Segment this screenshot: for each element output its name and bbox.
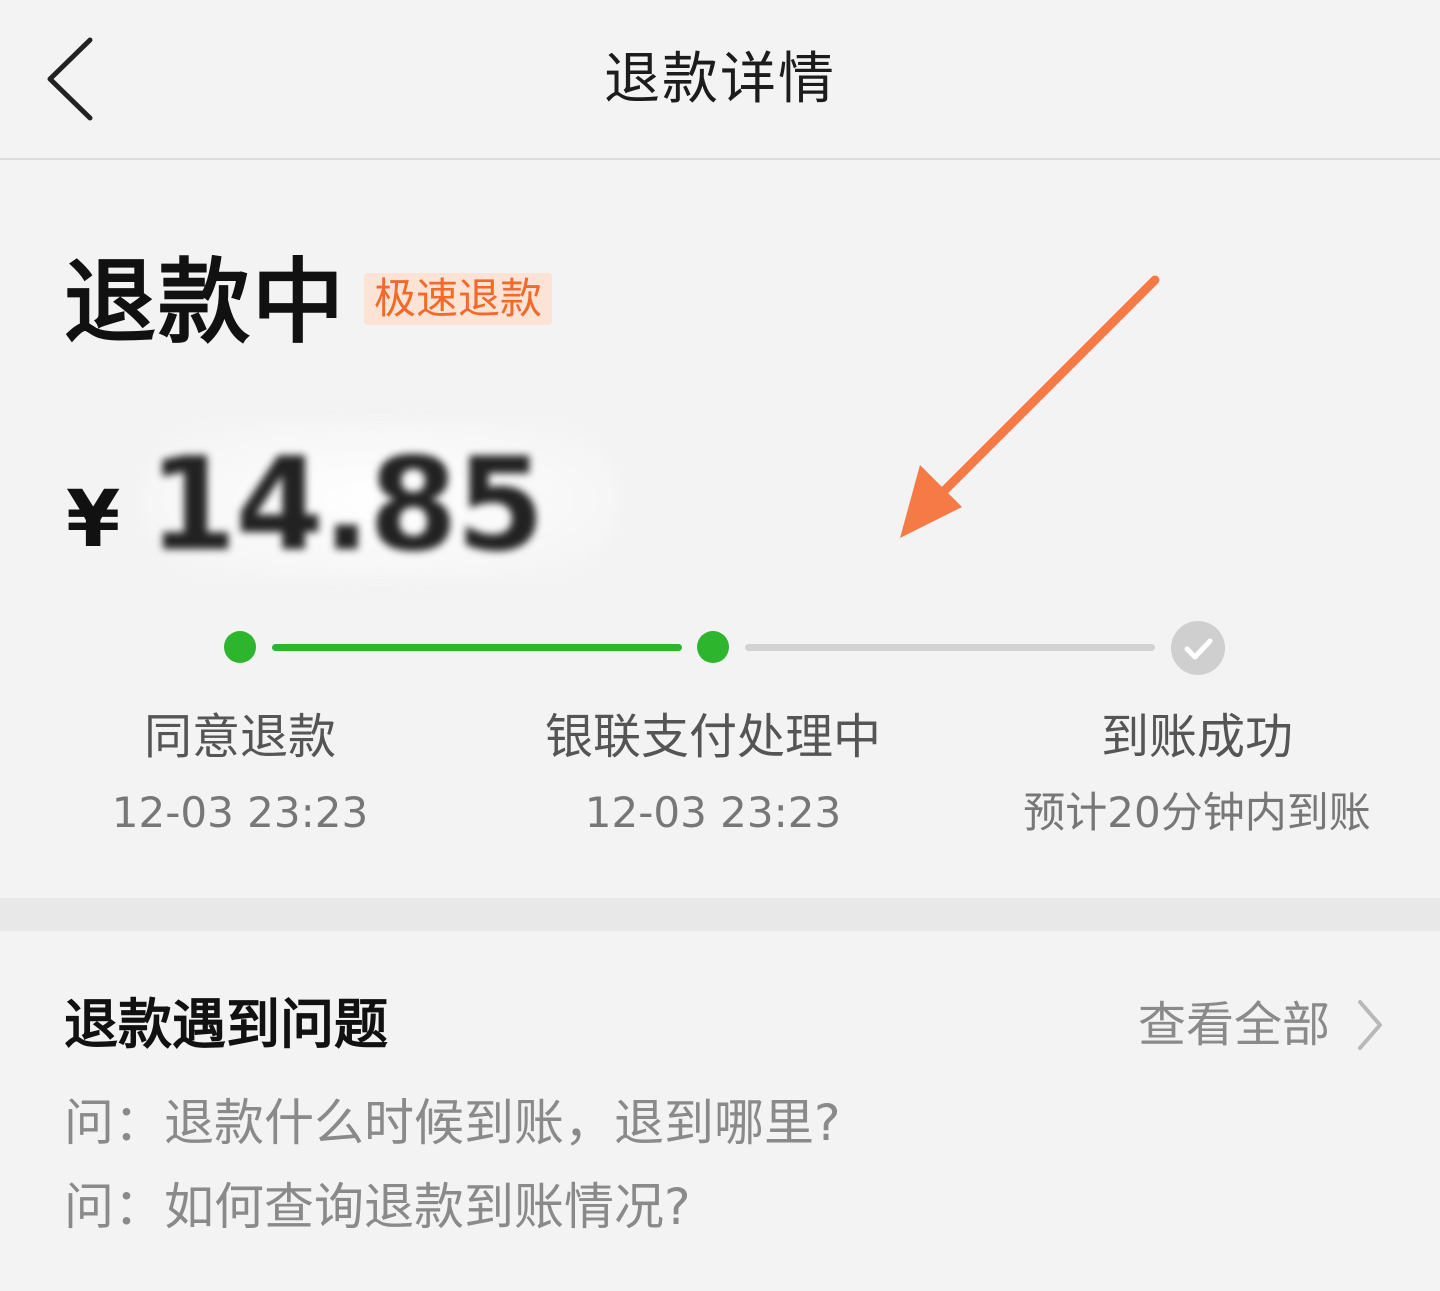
- refund-progress: [0, 600, 1440, 700]
- section-divider: [0, 898, 1440, 931]
- nav-bar: 退款详情: [0, 0, 1440, 160]
- faq-question-arrival-time[interactable]: 问：退款什么时候到账，退到哪里?: [64, 1088, 841, 1158]
- view-all-label: 查看全部: [1137, 997, 1330, 1053]
- step-time-agree: 12-03 23:23: [111, 788, 369, 837]
- currency-symbol: ¥: [66, 475, 121, 565]
- step-dot-agree: [224, 631, 256, 663]
- step-dot-processing: [697, 631, 729, 663]
- arrow-annotation-icon: [900, 275, 1160, 538]
- faq-section-title: 退款遇到问题: [64, 993, 388, 1056]
- view-all-button[interactable]: 查看全部: [1138, 992, 1384, 1058]
- faq-question-check-status[interactable]: 问：如何查询退款到账情况?: [64, 1172, 691, 1242]
- step-label-agree: 同意退款: [143, 709, 336, 765]
- page-title: 退款详情: [604, 47, 836, 112]
- express-refund-badge: 极速退款: [364, 273, 553, 325]
- refund-amount: 14.85: [148, 431, 545, 580]
- step-label-arrived: 到账成功: [1100, 709, 1293, 765]
- refund-status-title: 退款中: [64, 249, 347, 356]
- step-time-processing: 12-03 23:23: [584, 788, 842, 837]
- check-circle-icon: [1171, 621, 1225, 675]
- chevron-right-icon: [1358, 1000, 1382, 1050]
- progress-line-completed: [272, 644, 682, 651]
- progress-line-pending: [745, 644, 1155, 651]
- step-label-processing: 银联支付处理中: [544, 709, 881, 765]
- step-estimate-arrived: 预计20分钟内到账: [1023, 788, 1371, 837]
